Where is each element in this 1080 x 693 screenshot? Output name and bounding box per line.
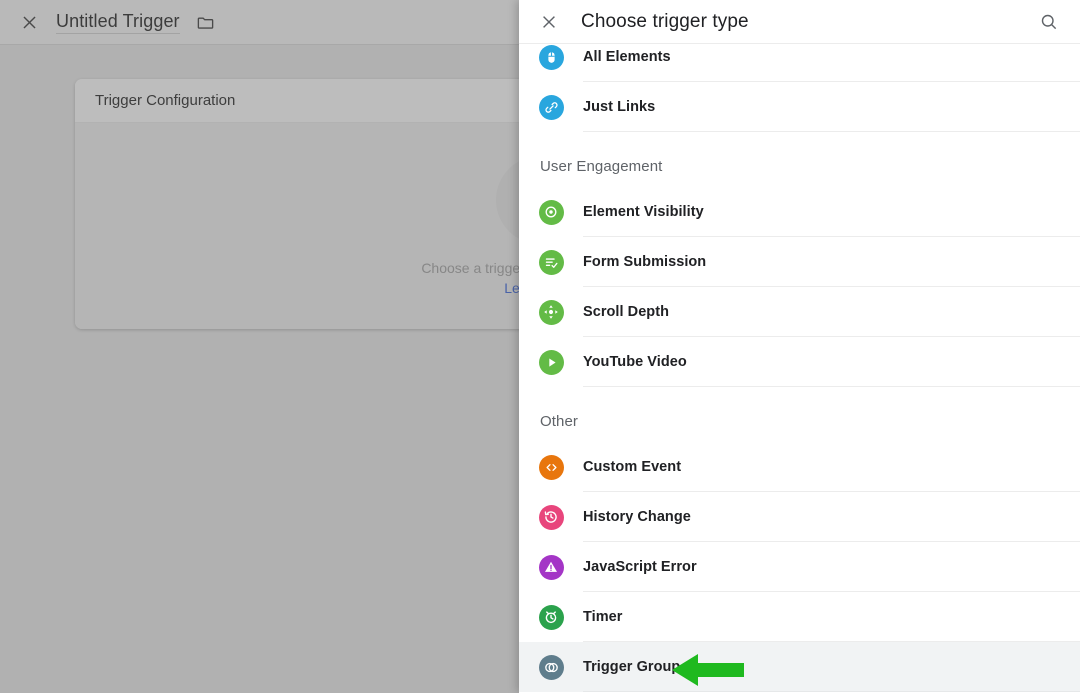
- trigger-type-label: Trigger Group: [583, 659, 681, 675]
- trigger-name[interactable]: Untitled Trigger: [56, 11, 180, 34]
- icon-container: [519, 454, 583, 480]
- trigger-group-icon: [538, 654, 564, 680]
- group-title-other: Other: [540, 413, 579, 430]
- icon-container: [519, 94, 583, 120]
- trigger-type-label: Element Visibility: [583, 204, 704, 220]
- close-icon[interactable]: [12, 5, 46, 39]
- trigger-type-label: YouTube Video: [583, 354, 687, 370]
- icon-container: [519, 654, 583, 680]
- trigger-type-row-scroll-depth[interactable]: Scroll Depth: [519, 287, 1080, 337]
- trigger-type-row-trigger-group[interactable]: Trigger Group: [519, 642, 1080, 692]
- trigger-type-label: History Change: [583, 509, 691, 525]
- trigger-type-row-form-submission[interactable]: Form Submission: [519, 237, 1080, 287]
- trigger-type-label: JavaScript Error: [583, 559, 697, 575]
- trigger-type-list[interactable]: All Elements Just Links User Engagement Ele…: [519, 32, 1080, 693]
- trigger-type-label: Just Links: [583, 99, 656, 115]
- trigger-type-row-history-change[interactable]: History Change: [519, 492, 1080, 542]
- close-icon[interactable]: [531, 4, 567, 40]
- trigger-type-row-javascript-error[interactable]: JavaScript Error: [519, 542, 1080, 592]
- trigger-type-row-timer[interactable]: Timer: [519, 592, 1080, 642]
- form-check-icon: [538, 249, 564, 275]
- link-icon: [538, 94, 564, 120]
- code-brackets-icon: [538, 454, 564, 480]
- eye-icon: [538, 199, 564, 225]
- trigger-type-row-element-visibility[interactable]: Element Visibility: [519, 187, 1080, 237]
- trigger-type-label: Form Submission: [583, 254, 707, 270]
- mouse-click-icon: [538, 44, 564, 70]
- icon-container: [519, 604, 583, 630]
- trigger-type-label: Timer: [583, 609, 623, 625]
- icon-container: [519, 199, 583, 225]
- icon-container: [519, 504, 583, 530]
- scroll-icon: [538, 299, 564, 325]
- trigger-type-row-just-links[interactable]: Just Links: [519, 82, 1080, 132]
- row-divider: [583, 131, 1080, 132]
- icon-container: [519, 44, 583, 70]
- alarm-icon: [538, 604, 564, 630]
- icon-container: [519, 249, 583, 275]
- history-icon: [538, 504, 564, 530]
- search-icon[interactable]: [1032, 5, 1066, 39]
- folder-icon[interactable]: [196, 13, 215, 32]
- group-title-user-engagement: User Engagement: [540, 158, 663, 175]
- screen: Untitled Trigger Trigger Configuration C…: [0, 0, 1080, 693]
- row-divider: [583, 691, 1080, 692]
- trigger-type-label: Custom Event: [583, 459, 682, 475]
- choose-trigger-type-panel: Choose trigger type All Elements Just Lin…: [519, 0, 1080, 693]
- trigger-type-row-custom-event[interactable]: Custom Event: [519, 442, 1080, 492]
- icon-container: [519, 554, 583, 580]
- trigger-type-label: All Elements: [583, 49, 671, 65]
- trigger-type-label: Scroll Depth: [583, 304, 669, 320]
- play-icon: [538, 349, 564, 375]
- icon-container: [519, 349, 583, 375]
- icon-container: [519, 299, 583, 325]
- row-divider: [583, 386, 1080, 387]
- warning-icon: [538, 554, 564, 580]
- panel-header: Choose trigger type: [519, 0, 1080, 44]
- panel-title: Choose trigger type: [581, 10, 749, 32]
- trigger-type-row-youtube-video[interactable]: YouTube Video: [519, 337, 1080, 387]
